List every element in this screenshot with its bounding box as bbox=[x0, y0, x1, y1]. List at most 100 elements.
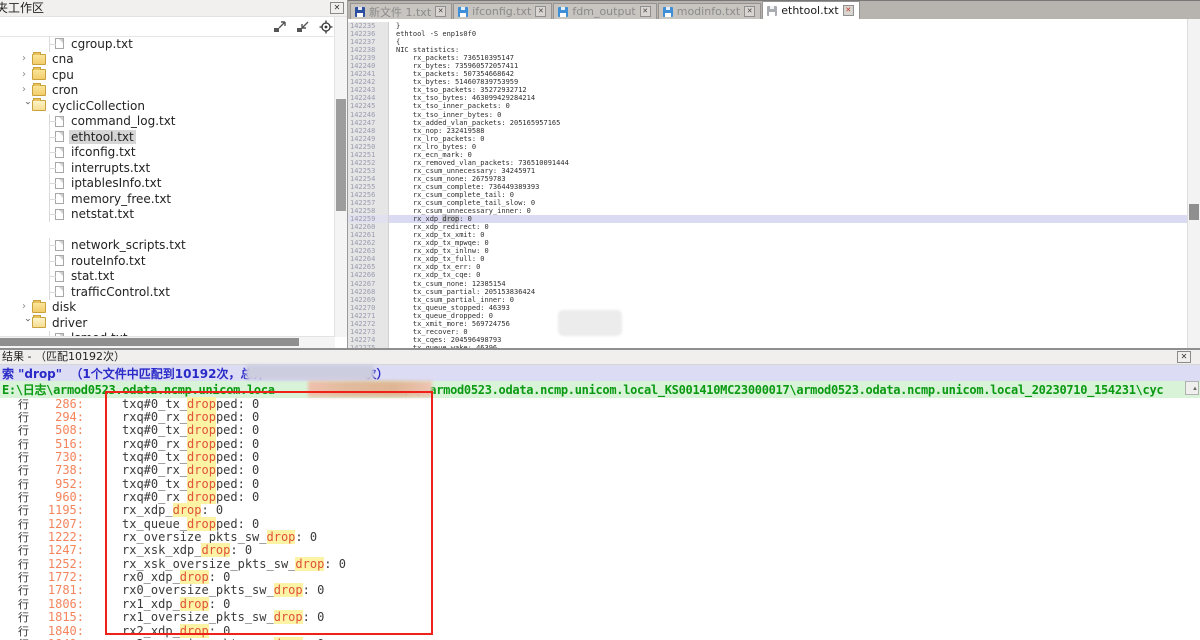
tab-close-icon[interactable]: ✕ bbox=[535, 6, 546, 17]
result-row[interactable]: 行1815:rx1_oversize_pkts_sw_drop: 0 bbox=[0, 611, 1200, 624]
tree-item-network-scripts-txt[interactable]: network_scripts.txt bbox=[0, 238, 335, 254]
result-row[interactable]: 行738:rxq#0_rx_dropped: 0 bbox=[0, 464, 1200, 477]
editor-line: 142274 tx_cqes: 204596498793 bbox=[348, 336, 1188, 344]
result-row[interactable]: 行286:txq#0_tx_dropped: 0 bbox=[0, 397, 1200, 410]
result-row[interactable]: 行1195:rx_xdp_drop: 0 bbox=[0, 504, 1200, 517]
folder-icon bbox=[32, 54, 46, 65]
match-highlight: drop bbox=[180, 624, 209, 638]
editor-tab-fdm-output[interactable]: fdm_output ✕ bbox=[553, 3, 656, 19]
editor-vertical-scrollbar[interactable] bbox=[1187, 19, 1200, 349]
result-row[interactable]: 行952:txq#0_tx_dropped: 0 bbox=[0, 477, 1200, 490]
tab-label: fdm_output bbox=[572, 5, 635, 18]
tree-item-label: ethtool.txt bbox=[69, 130, 136, 144]
result-row[interactable]: 行1840:rx2_xdp_drop: 0 bbox=[0, 624, 1200, 637]
result-row[interactable]: 行730:txq#0_tx_dropped: 0 bbox=[0, 450, 1200, 463]
tree-item-trafficcontrol-txt[interactable]: trafficControl.txt bbox=[0, 284, 335, 300]
line-text: rx_csum_none: 26759783 bbox=[389, 175, 506, 183]
result-row[interactable]: 行1806:rx1_xdp_drop: 0 bbox=[0, 597, 1200, 610]
tree-item-cpu[interactable]: ›cpu bbox=[0, 67, 335, 83]
results-close-button[interactable]: ✕ bbox=[1177, 351, 1191, 363]
editor-tab-ifconfig-txt[interactable]: ifconfig.txt✕ bbox=[453, 3, 552, 19]
tree-item-ifconfig-txt[interactable]: ifconfig.txt bbox=[0, 145, 335, 161]
chevron-right-icon[interactable]: › bbox=[22, 85, 32, 95]
chevron-down-icon[interactable]: › bbox=[22, 318, 32, 328]
editor-line: 142236ethtool -S enp1s0f0 bbox=[348, 30, 1188, 38]
result-row[interactable]: 行294:rxq#0_rx_dropped: 0 bbox=[0, 410, 1200, 423]
chevron-down-icon[interactable]: › bbox=[22, 101, 32, 111]
tree-item-stat-txt[interactable]: stat.txt bbox=[0, 269, 335, 285]
line-text: rx_xdp_tx_xmit: 0 bbox=[389, 231, 485, 239]
tree-item-ethtool-txt[interactable]: ethtool.txt bbox=[0, 129, 335, 145]
result-row[interactable]: 行508:txq#0_tx_dropped: 0 bbox=[0, 424, 1200, 437]
file-path-prefix: E:\日志\armod0523.odata.ncmp.unicom.loca bbox=[2, 381, 275, 398]
editor-line: 142265 rx_xdp_tx_err: 0 bbox=[348, 263, 1188, 271]
result-row[interactable]: 行1222:rx_oversize_pkts_sw_drop: 0 bbox=[0, 530, 1200, 543]
chevron-right-icon[interactable]: › bbox=[22, 54, 32, 64]
collapse-all-icon[interactable] bbox=[296, 20, 310, 33]
results-scrollbar-up[interactable]: ▲ bbox=[1185, 381, 1199, 395]
tree-item-memory-free-txt[interactable]: memory_free.txt bbox=[0, 191, 335, 207]
workspace-close-button[interactable]: ✕ bbox=[330, 2, 344, 14]
result-row[interactable]: 行1772:rx0_xdp_drop: 0 bbox=[0, 570, 1200, 583]
line-number: 142239 bbox=[348, 54, 389, 62]
tree-item-driver[interactable]: ›driver bbox=[0, 315, 335, 331]
line-number: 142241 bbox=[348, 70, 389, 78]
chevron-right-icon[interactable]: › bbox=[22, 70, 32, 80]
line-number: 142273 bbox=[348, 328, 389, 336]
tree-item-label: memory_free.txt bbox=[69, 192, 173, 206]
result-line-text: rxq#0_rx_dropped: 0 bbox=[122, 410, 259, 424]
line-number: 142265 bbox=[348, 263, 389, 271]
line-number: 142252 bbox=[348, 159, 389, 167]
editor-content[interactable]: 142235}142236ethtool -S enp1s0f0142237{1… bbox=[348, 19, 1188, 349]
result-line-number: 1772: bbox=[32, 570, 84, 584]
result-row[interactable]: 行1252:rx_xsk_oversize_pkts_sw_drop: 0 bbox=[0, 557, 1200, 570]
line-text: rx_xdp_tx_full: 0 bbox=[389, 255, 485, 263]
tree-item-command-log-txt[interactable]: command_log.txt bbox=[0, 114, 335, 130]
match-highlight: drop bbox=[180, 597, 209, 611]
tree-item-cgroup-txt[interactable]: cgroup.txt bbox=[0, 36, 335, 52]
tab-close-icon[interactable]: ✕ bbox=[843, 5, 854, 16]
tab-close-icon[interactable]: ✕ bbox=[435, 6, 446, 17]
editor-line: 142270 tx_queue_stopped: 46393 bbox=[348, 304, 1188, 312]
editor-line: 142252 rx_removed_vlan_packets: 73651009… bbox=[348, 159, 1188, 167]
tree-item-netstat-txt[interactable]: netstat.txt bbox=[0, 207, 335, 223]
result-line-text: tx_queue_dropped: 0 bbox=[122, 517, 259, 531]
tree-item-cycliccollection[interactable]: ›cyclicCollection bbox=[0, 98, 335, 114]
editor-tab-modinfo-txt[interactable]: modinfo.txt✕ bbox=[658, 3, 762, 19]
tree-item-interrupts-txt[interactable]: interrupts.txt bbox=[0, 160, 335, 176]
editor-tab-ethtool-txt[interactable]: ethtool.txt✕ bbox=[762, 1, 860, 19]
editor-vscroll-thumb[interactable] bbox=[1189, 204, 1199, 220]
editor-tab--1-txt[interactable]: 新文件 1.txt✕ bbox=[350, 3, 452, 19]
line-number: 142253 bbox=[348, 167, 389, 175]
search-results-panel: 结果 - （匹配10192次） ✕ 索 "drop" （1个文件中匹配到1019… bbox=[0, 348, 1200, 640]
result-row[interactable]: 行1207:tx_queue_dropped: 0 bbox=[0, 517, 1200, 530]
line-number: 142238 bbox=[348, 46, 389, 54]
chevron-right-icon[interactable]: › bbox=[22, 302, 32, 312]
tree-item-cron[interactable]: ›cron bbox=[0, 83, 335, 99]
result-row[interactable]: 行1781:rx0_oversize_pkts_sw_drop: 0 bbox=[0, 584, 1200, 597]
tree-item-routeinfo-txt[interactable]: routeInfo.txt bbox=[0, 253, 335, 269]
tree-horizontal-scrollbar[interactable] bbox=[0, 336, 335, 348]
result-line-text: rxq#0_rx_dropped: 0 bbox=[122, 463, 259, 477]
line-number: 142251 bbox=[348, 151, 389, 159]
match-highlight: drop bbox=[187, 397, 216, 411]
tree-vertical-scrollbar[interactable] bbox=[334, 17, 347, 337]
line-number: 142272 bbox=[348, 320, 389, 328]
result-row[interactable]: 行1247:rx_xsk_xdp_drop: 0 bbox=[0, 544, 1200, 557]
match-highlight: drop bbox=[201, 543, 230, 557]
tree-item-cna[interactable]: ›cna bbox=[0, 52, 335, 68]
tab-close-icon[interactable]: ✕ bbox=[744, 6, 755, 17]
result-row[interactable]: 行960:rxq#0_rx_dropped: 0 bbox=[0, 490, 1200, 503]
result-row[interactable]: 行516:rxq#0_rx_dropped: 0 bbox=[0, 437, 1200, 450]
result-file-path-row[interactable]: E:\日志\armod0523.odata.ncmp.unicom.locar(… bbox=[0, 381, 1200, 398]
tree-hscroll-thumb[interactable] bbox=[0, 338, 299, 346]
expand-all-icon[interactable] bbox=[273, 20, 287, 33]
tree-item-disk[interactable]: ›disk bbox=[0, 300, 335, 316]
locate-file-icon[interactable] bbox=[319, 20, 333, 34]
line-text: rx_xdp_tx_err: 0 bbox=[389, 263, 480, 271]
match-highlight: drop bbox=[180, 570, 209, 584]
tree-vscroll-thumb[interactable] bbox=[336, 99, 346, 211]
tab-close-icon[interactable]: ✕ bbox=[640, 6, 651, 17]
tree-item-iptablesinfo-txt[interactable]: iptablesInfo.txt bbox=[0, 176, 335, 192]
line-number: 142260 bbox=[348, 223, 389, 231]
